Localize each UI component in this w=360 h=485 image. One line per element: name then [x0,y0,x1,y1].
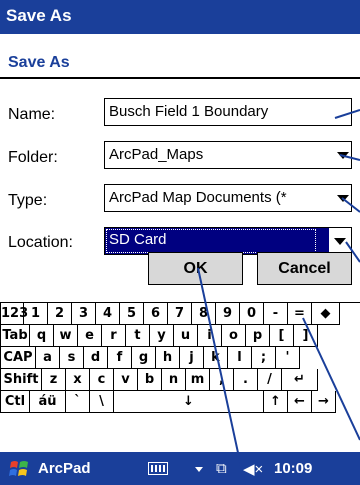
key[interactable]: t [126,325,150,347]
key[interactable]: z [42,369,66,391]
active-app-name[interactable]: ArcPad [38,460,91,477]
keyboard-icon[interactable] [148,462,168,475]
chevron-down-icon[interactable] [337,152,349,159]
key[interactable]: a [36,347,60,369]
key[interactable]: Ctl [0,391,30,413]
key[interactable]: 7 [168,303,192,325]
key[interactable]: CAP [0,347,36,369]
key[interactable]: x [66,369,90,391]
header-divider [0,77,360,79]
key[interactable]: \ [90,391,114,413]
key[interactable]: u [174,325,198,347]
key[interactable]: Tab [0,325,30,347]
key[interactable]: Shift [0,369,42,391]
taskbar: ArcPad ⧉ ◀× 10:09 [0,452,360,485]
title-bar: Save As [0,0,360,34]
key[interactable]: i [198,325,222,347]
key[interactable]: b [138,369,162,391]
key[interactable]: 1 [24,303,48,325]
key[interactable]: y [150,325,174,347]
key[interactable]: v [114,369,138,391]
name-input[interactable]: Busch Field 1 Boundary [104,98,352,126]
location-value: SD Card [109,231,167,248]
key[interactable]: k [204,347,228,369]
key[interactable]: , [210,369,234,391]
clock[interactable]: 10:09 [274,460,312,477]
cancel-button[interactable]: Cancel [257,252,352,285]
key[interactable]: d [84,347,108,369]
volume-icon[interactable]: ◀× [243,460,263,478]
dialog-heading: Save As [8,54,70,71]
location-dropdown-button[interactable] [329,228,351,254]
key[interactable]: . [234,369,258,391]
soft-keyboard: 123 1 2 3 4 5 6 7 8 9 0- = ◆ Tab q w e r t y u i o p[] CAP a s d f g h… [0,302,360,452]
dialog-header: Save As [0,45,360,79]
folder-value: ArcPad_Maps [109,146,204,163]
folder-dropdown[interactable]: ArcPad_Maps [104,141,352,169]
key[interactable]: ◆ [312,303,340,325]
key[interactable]: g [132,347,156,369]
key[interactable]: 9 [216,303,240,325]
keyboard-row-3: CAP a s d f g h j k l; ' [0,347,360,369]
windows-flag-icon[interactable] [8,459,30,479]
key[interactable]: m [186,369,210,391]
key[interactable]: e [78,325,102,347]
key[interactable]: n [162,369,186,391]
name-label: Name: [8,106,56,123]
type-label: Type: [8,192,48,209]
key[interactable]: 2 [48,303,72,325]
key[interactable]: s [60,347,84,369]
location-dropdown[interactable]: SD Card [104,227,352,255]
key[interactable]: ↵ [282,369,318,391]
key[interactable]: o [222,325,246,347]
chevron-down-icon[interactable] [334,238,346,245]
ok-button[interactable]: OK [148,252,243,285]
key[interactable]: 5 [120,303,144,325]
key[interactable]: l [228,347,252,369]
keyboard-row-5: Ctl áü ` \ ↓ ↑ ← → [0,391,360,413]
key[interactable]: h [156,347,180,369]
window-title: Save As [6,6,72,25]
key[interactable]: 8 [192,303,216,325]
key[interactable]: p [246,325,270,347]
key[interactable]: ; [252,347,276,369]
type-dropdown[interactable]: ArcPad Map Documents (* [104,184,352,212]
location-label: Location: [8,234,73,251]
key[interactable]: 6 [144,303,168,325]
chevron-down-icon[interactable] [337,195,349,202]
type-value: ArcPad Map Documents (* [109,189,287,206]
key[interactable]: 4 [96,303,120,325]
keyboard-row-1: 123 1 2 3 4 5 6 7 8 9 0- = ◆ [0,303,360,325]
key[interactable]: 0 [240,303,264,325]
key[interactable]: = [288,303,312,325]
folder-label: Folder: [8,149,58,166]
key[interactable]: j [180,347,204,369]
key[interactable]: / [258,369,282,391]
key[interactable]: f [108,347,132,369]
name-input-value: Busch Field 1 Boundary [109,103,269,120]
key[interactable]: ↑ [264,391,288,413]
key[interactable]: ← [288,391,312,413]
key[interactable]: [ [270,325,294,347]
key[interactable]: - [264,303,288,325]
key[interactable]: r [102,325,126,347]
key[interactable]: ↓ [114,391,264,413]
key[interactable]: ` [66,391,90,413]
key[interactable]: 3 [72,303,96,325]
keyboard-row-4: Shift z x c v b n m,. / ↵ [0,369,360,391]
key[interactable]: w [54,325,78,347]
key[interactable]: 123 [0,303,28,325]
key[interactable]: ' [276,347,300,369]
keyboard-row-2: Tab q w e r t y u i o p[] [0,325,360,347]
network-icon[interactable]: ⧉ [216,460,227,477]
key[interactable]: q [30,325,54,347]
key[interactable]: → [312,391,336,413]
input-menu-arrow-icon[interactable] [195,467,203,472]
key[interactable]: áü [30,391,66,413]
key[interactable]: ] [294,325,318,347]
key[interactable]: c [90,369,114,391]
